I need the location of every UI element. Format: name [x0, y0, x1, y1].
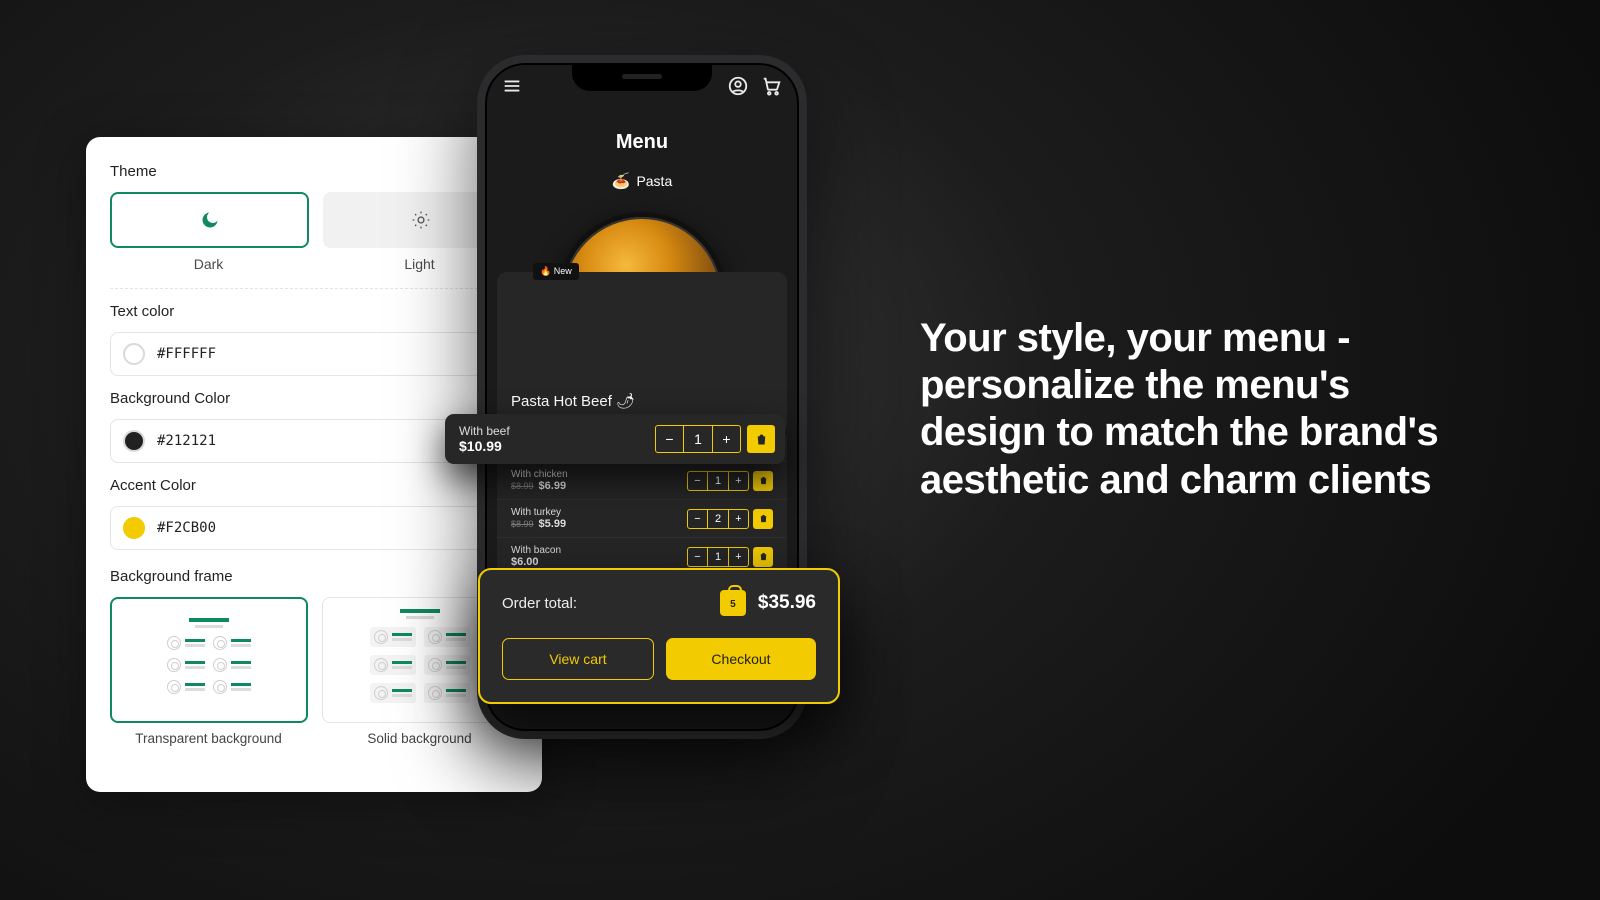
- quantity-value: 1: [684, 426, 712, 452]
- plus-button[interactable]: +: [728, 548, 748, 566]
- variant-name: With beef: [459, 424, 510, 438]
- divider: [110, 288, 518, 289]
- view-cart-button[interactable]: View cart: [502, 638, 654, 680]
- order-total-amount: $35.96: [758, 592, 816, 614]
- variant-name: With turkey: [511, 507, 566, 518]
- add-to-cart-button[interactable]: [753, 471, 773, 491]
- variant-price: $5.99: [539, 518, 567, 530]
- variant-price: $6.00: [511, 556, 539, 568]
- quantity-stepper[interactable]: −1+: [687, 547, 749, 567]
- account-icon[interactable]: [727, 75, 749, 97]
- category-chip[interactable]: 🍝 Pasta: [485, 172, 799, 190]
- frame-preview-icon: [139, 618, 279, 702]
- dish-title: Pasta Hot Beef 🌶: [511, 392, 773, 410]
- frame-preview-icon: [350, 609, 490, 711]
- variant-name: With bacon: [511, 545, 561, 556]
- variant-row: With chicken $8.99 $6.99 −1+: [497, 461, 787, 499]
- theme-option-dark[interactable]: [110, 192, 309, 248]
- variant-old-price: $8.99: [511, 481, 534, 491]
- accent-color-heading: Accent Color: [110, 477, 518, 494]
- checkout-button[interactable]: Checkout: [666, 638, 816, 680]
- quantity-value: 1: [708, 472, 728, 490]
- minus-button[interactable]: −: [688, 472, 708, 490]
- variant-old-price: $8.99: [511, 519, 534, 529]
- phone-notch: [572, 63, 712, 91]
- variant-price: $6.99: [539, 480, 567, 492]
- accent-color-value: #F2CB00: [157, 520, 216, 536]
- quantity-value: 2: [708, 510, 728, 528]
- accent-color-input[interactable]: #F2CB00: [110, 506, 518, 550]
- category-label: Pasta: [636, 173, 672, 189]
- add-to-cart-button[interactable]: [747, 425, 775, 453]
- plus-button[interactable]: +: [712, 426, 740, 452]
- bg-color-value: #212121: [157, 433, 216, 449]
- menu-title: Menu: [485, 131, 799, 154]
- bg-color-heading: Background Color: [110, 390, 518, 407]
- cart-count-badge: 5: [720, 590, 746, 616]
- hamburger-icon[interactable]: [501, 75, 523, 97]
- plus-button[interactable]: +: [728, 510, 748, 528]
- order-summary-card: Order total: 5 $35.96 View cart Checkout: [478, 568, 840, 704]
- frame-option-solid-label: Solid background: [321, 731, 518, 746]
- text-color-value: #FFFFFF: [157, 346, 216, 362]
- add-to-cart-button[interactable]: [753, 547, 773, 567]
- theme-heading: Theme: [110, 163, 518, 180]
- add-to-cart-button[interactable]: [753, 509, 773, 529]
- minus-button[interactable]: −: [688, 510, 708, 528]
- marketing-headline: Your style, your menu - personalize the …: [920, 315, 1480, 504]
- order-total-label: Order total:: [502, 595, 577, 612]
- moon-icon: [200, 210, 220, 230]
- cart-icon[interactable]: [761, 75, 783, 97]
- frame-heading: Background frame: [110, 568, 518, 585]
- dish-card: Pasta Hot Beef 🌶 Pappardelle, olive oil,…: [497, 272, 787, 435]
- text-color-swatch: [123, 343, 145, 365]
- quantity-stepper[interactable]: −2+: [687, 509, 749, 529]
- accent-color-swatch: [123, 517, 145, 539]
- sun-icon: [411, 210, 431, 230]
- theme-settings-panel: Theme Dark Light Text color #FFFFFF Back…: [86, 137, 542, 792]
- cart-count-value: 5: [720, 590, 746, 616]
- pasta-icon: 🍝: [612, 172, 631, 190]
- quantity-value: 1: [708, 548, 728, 566]
- variant-row: With turkey $8.99 $5.99 −2+: [497, 499, 787, 537]
- frame-option-transparent[interactable]: [110, 597, 308, 723]
- variant-row-featured: With beef $10.99 −1+: [445, 414, 785, 464]
- variant-name: With chicken: [511, 469, 568, 480]
- minus-button[interactable]: −: [688, 548, 708, 566]
- theme-option-dark-label: Dark: [110, 256, 307, 272]
- text-color-heading: Text color: [110, 303, 518, 320]
- quantity-stepper[interactable]: −1+: [687, 471, 749, 491]
- plus-button[interactable]: +: [728, 472, 748, 490]
- quantity-stepper[interactable]: −1+: [655, 425, 741, 453]
- variant-price: $10.99: [459, 438, 510, 454]
- minus-button[interactable]: −: [656, 426, 684, 452]
- new-badge: 🔥 New: [533, 263, 579, 280]
- text-color-input[interactable]: #FFFFFF: [110, 332, 518, 376]
- bg-color-swatch: [123, 430, 145, 452]
- frame-option-transparent-label: Transparent background: [110, 731, 307, 746]
